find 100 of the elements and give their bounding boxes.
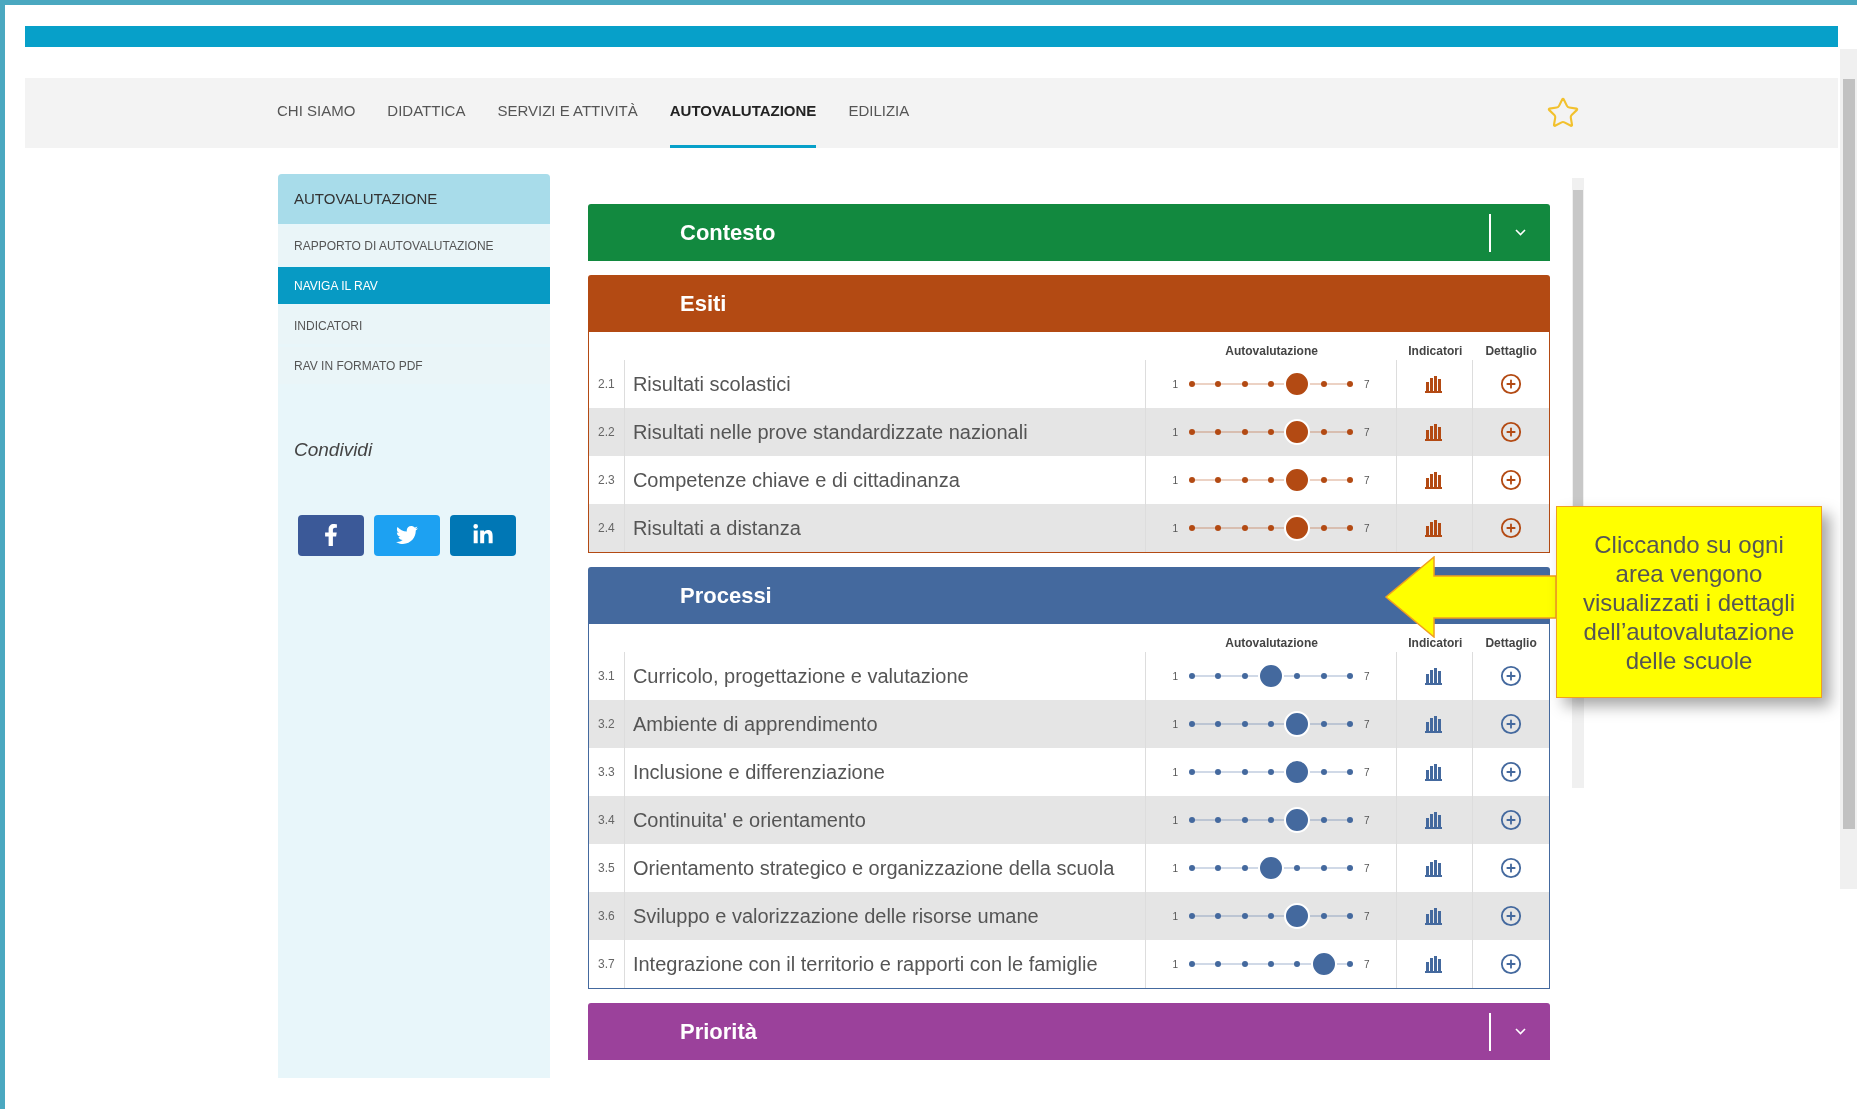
scale-min-label: 1 (1172, 521, 1179, 536)
row-number: 3.5 (598, 860, 615, 877)
column-header: Indicatori (1408, 635, 1463, 652)
section-title: Contesto (680, 219, 776, 247)
scale-min-label: 1 (1172, 669, 1179, 684)
area-label[interactable]: Ambiente di apprendimento (632, 709, 878, 739)
nav-tab[interactable]: CHI SIAMO (277, 78, 356, 148)
share-button[interactable] (298, 514, 364, 556)
plus-circle-icon[interactable] (1500, 953, 1523, 975)
scale-min-label: 1 (1172, 765, 1179, 780)
area-label[interactable]: Risultati a distanza (632, 513, 801, 543)
area-label[interactable]: Competenze chiave e di cittadinanza (632, 465, 960, 495)
plus-circle-icon[interactable] (1500, 665, 1523, 687)
bar-chart-icon (1424, 423, 1445, 441)
area-label[interactable]: Continuita' e orientamento (632, 805, 866, 835)
scale-min-label: 1 (1172, 813, 1179, 828)
row-number: 2.4 (598, 520, 615, 537)
section-title: Priorità (680, 1018, 758, 1046)
row-number: 2.2 (598, 424, 615, 441)
area-label[interactable]: Orientamento strategico e organizzazione della scuola (632, 853, 1115, 883)
nav-tab[interactable]: AUTOVALUTAZIONE (669, 78, 817, 148)
bar-chart-icon (1424, 763, 1445, 781)
scale-min-label: 1 (1172, 957, 1179, 972)
rating-thumb[interactable] (1284, 515, 1311, 541)
share-button[interactable] (374, 514, 440, 556)
row-number: 2.1 (598, 376, 615, 393)
star-icon[interactable] (1546, 96, 1581, 130)
scale-min-label: 1 (1172, 377, 1179, 392)
rating-thumb[interactable] (1284, 419, 1311, 445)
bar-chart-icon (1424, 667, 1445, 685)
scale-max-label: 7 (1364, 909, 1370, 924)
bar-chart-icon (1424, 907, 1445, 925)
scale-max-label: 7 (1364, 425, 1370, 440)
scale-min-label: 1 (1172, 861, 1179, 876)
area-label[interactable]: Sviluppo e valorizzazione delle risorse umane (632, 901, 1039, 931)
scale-max-label: 7 (1364, 521, 1370, 536)
column-header: Dettaglio (1485, 635, 1537, 652)
rating-thumb[interactable] (1284, 807, 1311, 833)
rating-thumb[interactable] (1284, 903, 1311, 929)
section-title: Esiti (680, 290, 727, 318)
row-number: 3.7 (598, 956, 615, 973)
rating-thumb[interactable] (1284, 711, 1311, 737)
share-title: Condividi (293, 438, 374, 462)
plus-circle-icon[interactable] (1500, 421, 1523, 443)
scale-max-label: 7 (1364, 377, 1370, 392)
area-label[interactable]: Inclusione e differenziazione (632, 757, 885, 787)
plus-circle-icon[interactable] (1500, 809, 1523, 831)
linkedin-icon (472, 524, 494, 546)
plus-circle-icon[interactable] (1500, 373, 1523, 395)
row-number: 3.6 (598, 908, 615, 925)
area-label[interactable]: Integrazione con il territorio e rapporti con le famiglie (632, 949, 1098, 979)
scrollbar-thumb[interactable] (1842, 79, 1855, 829)
area-label[interactable]: Risultati nelle prove standardizzate nazionali (632, 417, 1028, 447)
scale-min-label: 1 (1172, 473, 1179, 488)
scale-max-label: 7 (1364, 669, 1370, 684)
row-number: 2.3 (598, 472, 615, 489)
nav-tab[interactable]: SERVIZI E ATTIVITÀ (497, 78, 638, 148)
column-header: Autovalutazione (1225, 635, 1318, 652)
nav-tab[interactable]: EDILIZIA (848, 78, 910, 148)
plus-circle-icon[interactable] (1500, 713, 1523, 735)
bar-chart-icon (1424, 471, 1445, 489)
row-number: 3.4 (598, 812, 615, 829)
rating-thumb[interactable] (1284, 467, 1311, 493)
column-header: Dettaglio (1485, 343, 1537, 360)
bar-chart-icon (1424, 715, 1445, 733)
scale-min-label: 1 (1172, 717, 1179, 732)
scale-max-label: 7 (1364, 813, 1370, 828)
column-header: Indicatori (1408, 343, 1463, 360)
note-tooltip: Cliccando su ogni area vengono visualizzati i dettagli dell’autovalutazione delle scuole (1556, 506, 1822, 698)
plus-circle-icon[interactable] (1500, 469, 1523, 491)
section-header[interactable]: Esiti (588, 275, 1550, 332)
rating-thumb[interactable] (1284, 371, 1311, 397)
bar-chart-icon (1424, 955, 1445, 973)
area-label[interactable]: Curricolo, progettazione e valutazione (632, 661, 969, 691)
plus-circle-icon[interactable] (1500, 761, 1523, 783)
row-number: 3.3 (598, 764, 615, 781)
nav-tab[interactable]: DIDATTICA (387, 78, 466, 148)
area-label[interactable]: Risultati scolastici (632, 369, 791, 399)
section-title: Processi (680, 582, 772, 610)
bar-chart-icon (1424, 811, 1445, 829)
bar-chart-icon (1424, 519, 1445, 537)
scale-max-label: 7 (1364, 765, 1370, 780)
row-number: 3.2 (598, 716, 615, 733)
scale-max-label: 7 (1364, 473, 1370, 488)
scale-max-label: 7 (1364, 717, 1370, 732)
bar-chart-icon (1424, 375, 1445, 393)
share-button[interactable] (450, 514, 516, 556)
plus-circle-icon[interactable] (1500, 517, 1523, 539)
twitter-icon (396, 524, 418, 546)
section-header[interactable]: Contesto (588, 204, 1550, 261)
bar-chart-icon (1424, 859, 1445, 877)
scale-max-label: 7 (1364, 957, 1370, 972)
scale-min-label: 1 (1172, 909, 1179, 924)
plus-circle-icon[interactable] (1500, 857, 1523, 879)
plus-circle-icon[interactable] (1500, 905, 1523, 927)
section-header[interactable]: Priorità (588, 1003, 1550, 1060)
row-number: 3.1 (598, 668, 615, 685)
sidebar-title: AUTOVALUTAZIONE (278, 174, 550, 224)
scale-max-label: 7 (1364, 861, 1370, 876)
column-header: Autovalutazione (1225, 343, 1318, 360)
